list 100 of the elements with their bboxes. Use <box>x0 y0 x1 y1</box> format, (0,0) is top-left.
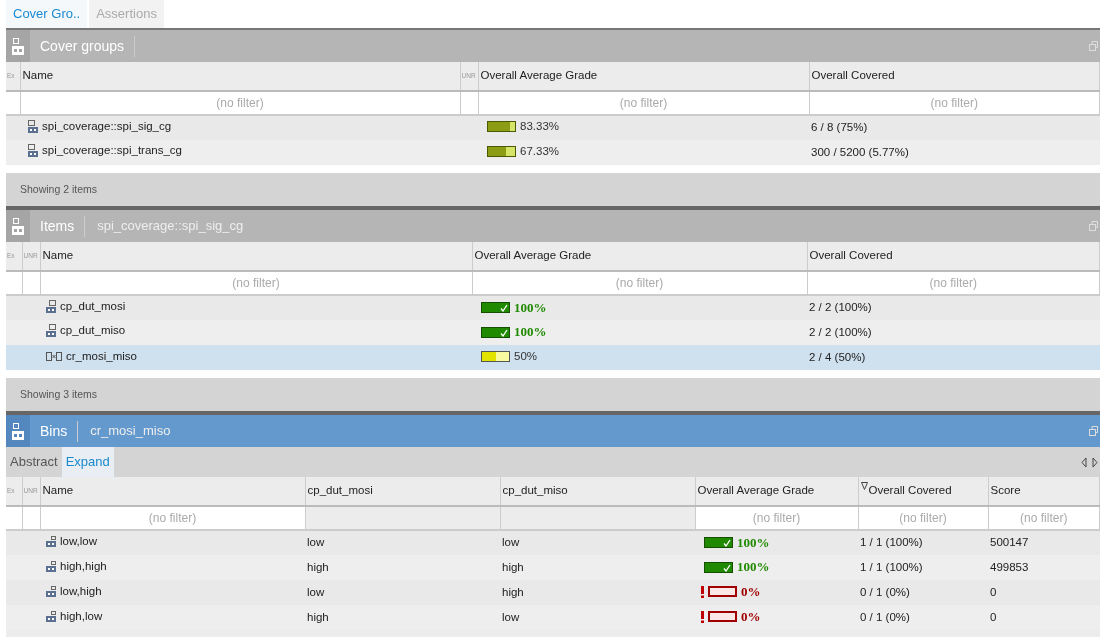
table-row[interactable]: cr_mosi_miso 50% 2 / 4 (50%) <box>6 345 1100 370</box>
check-icon <box>723 539 731 547</box>
table-cell: low <box>502 610 520 623</box>
restore-icon <box>1089 426 1098 436</box>
filter-field[interactable]: (no filter) <box>858 508 988 528</box>
scroll-left-icon <box>1081 456 1087 468</box>
restore-icon <box>1089 41 1098 51</box>
item-name: low,high <box>60 583 102 599</box>
table-cell: high <box>307 610 329 623</box>
warning-icon <box>701 585 704 598</box>
column-header[interactable]: Name <box>42 249 74 262</box>
table-row[interactable]: spi_coverage::spi_trans_cg 67.33% 300 / 5200 (5.77%) <box>6 140 1100 165</box>
column-header[interactable]: Overall Average Grade <box>697 484 815 497</box>
check-icon <box>500 304 508 312</box>
scroll-right-icon <box>1092 456 1098 468</box>
table-cell: 0 / 1 (0%) <box>860 585 910 598</box>
item-name: cp_dut_miso <box>60 323 126 339</box>
item-count: Showing 2 items <box>20 181 98 197</box>
panel-title: Items <box>30 215 86 237</box>
table-cell: 2 / 2 (100%) <box>809 301 872 314</box>
grade-value: 100% <box>514 323 547 342</box>
column-header[interactable]: cp_dut_miso <box>502 484 568 497</box>
table-row[interactable]: low,low low low 100% 1 / 1 (100%) 500147 <box>6 530 1100 555</box>
table-cell: low <box>307 585 325 598</box>
filter-field[interactable]: (no filter) <box>807 273 1099 293</box>
column-header[interactable]: Overall Covered <box>809 249 893 262</box>
filter-field[interactable]: (no filter) <box>20 93 460 113</box>
warning-icon <box>701 610 704 623</box>
table-cell: 1 / 1 (100%) <box>860 560 923 573</box>
panel-subtitle: cr_mosi_miso <box>89 422 172 441</box>
column-header[interactable]: cp_dut_mosi <box>307 484 373 497</box>
table-cell: 0 <box>990 585 997 598</box>
check-icon <box>723 563 731 572</box>
restore-button[interactable] <box>1089 41 1098 51</box>
item-name: cr_mosi_miso <box>66 348 137 364</box>
item-name: spi_coverage::spi_trans_cg <box>42 143 182 159</box>
grade-value: 100% <box>737 533 770 552</box>
table-cell: high <box>502 560 524 573</box>
covergroup-icon <box>28 144 38 158</box>
item-name: spi_coverage::spi_sig_cg <box>42 118 172 134</box>
table-cell: high <box>502 585 524 598</box>
filter-field[interactable]: (no filter) <box>695 508 858 528</box>
filter-field[interactable]: (no filter) <box>40 273 472 293</box>
filter-field[interactable]: (no filter) <box>988 508 1099 528</box>
column-header[interactable]: Score <box>990 484 1021 497</box>
column-header[interactable]: Overall Average Grade <box>480 69 598 82</box>
restore-icon <box>1089 221 1098 231</box>
panel-title: Cover groups <box>30 35 136 57</box>
grade-value: 0% <box>741 583 761 601</box>
item-name: cp_dut_mosi <box>60 298 126 314</box>
view-tab[interactable]: Abstract <box>6 447 62 477</box>
filter-field[interactable]: (no filter) <box>472 273 807 293</box>
grade-value: 83.33% <box>520 119 559 135</box>
filter-field[interactable]: (no filter) <box>40 508 305 528</box>
column-header[interactable]: Overall Covered <box>811 69 895 82</box>
table-cell: low <box>307 536 325 549</box>
filter-field[interactable]: (no filter) <box>478 93 809 113</box>
tab[interactable]: Cover Gro.. <box>6 0 88 28</box>
table-cell: 499853 <box>990 560 1029 573</box>
cross-icon <box>46 350 62 362</box>
table-row[interactable]: spi_coverage::spi_sig_cg 83.33% 6 / 8 (75%) <box>6 115 1100 140</box>
restore-button[interactable] <box>1089 426 1098 436</box>
column-header[interactable]: Overall Average Grade <box>474 249 592 262</box>
covergroup-icon <box>28 119 38 133</box>
panel-title: Bins <box>30 420 79 442</box>
table-cell: high <box>307 560 329 573</box>
table-row[interactable]: high,low high low 0% 0 / 1 (0%) 0 <box>6 605 1100 630</box>
item-name: high,low <box>60 608 103 624</box>
coverpoint-icon <box>46 324 56 338</box>
table-cell: 500147 <box>990 536 1029 549</box>
restore-button[interactable] <box>1089 221 1098 231</box>
table-cell: 2 / 4 (50%) <box>809 350 866 363</box>
item-name: high,high <box>60 558 107 574</box>
table-row[interactable]: low,high low high 0% 0 / 1 (0%) 0 <box>6 580 1100 605</box>
table-row[interactable]: cp_dut_miso 100% 2 / 2 (100%) <box>6 320 1100 345</box>
table-cell: low <box>502 536 520 549</box>
table-row[interactable]: cp_dut_mosi 100% 2 / 2 (100%) <box>6 295 1100 320</box>
column-header[interactable]: Overall Covered <box>868 484 952 497</box>
panel-icon <box>12 217 24 235</box>
filter-field[interactable]: (no filter) <box>809 93 1099 113</box>
bin-icon <box>46 610 56 622</box>
table-cell: 2 / 2 (100%) <box>809 325 872 338</box>
bin-icon <box>46 536 56 548</box>
coverpoint-icon <box>46 299 56 313</box>
item-count: Showing 3 items <box>20 386 98 402</box>
grade-value: 50% <box>514 348 538 364</box>
table-row[interactable]: high,high high high 100% 1 / 1 (100%) 499853 <box>6 555 1100 580</box>
panel-icon <box>12 422 24 440</box>
column-header[interactable]: Name <box>42 484 74 497</box>
column-header[interactable]: Name <box>22 69 54 82</box>
table-cell: 0 / 1 (0%) <box>860 610 910 623</box>
table-cell: 1 / 1 (100%) <box>860 536 923 549</box>
bin-icon <box>46 585 56 597</box>
bin-icon <box>46 560 56 572</box>
table-cell: 0 <box>990 610 997 623</box>
grade-value: 0% <box>741 608 761 626</box>
grade-value: 67.33% <box>520 143 559 159</box>
grade-value: 100% <box>514 298 547 317</box>
grade-value: 100% <box>737 558 770 577</box>
panel-subtitle: spi_coverage::spi_sig_cg <box>96 217 245 236</box>
